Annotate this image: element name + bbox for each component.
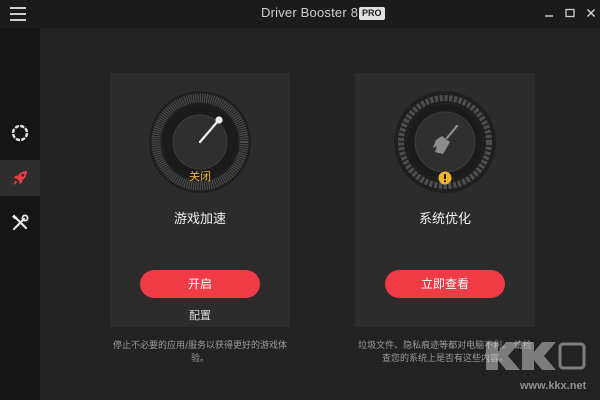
watermark-text: www.kkx.net (520, 380, 587, 392)
circle-dots-icon (11, 124, 29, 142)
game-boost-description-line1: 停止不必要的应用/服务以获得更好的游戏体 (112, 341, 288, 351)
system-optimize-card: 系统优化 立即查看 (355, 73, 535, 327)
view-now-button[interactable]: 立即查看 (385, 270, 505, 298)
sidebar-item-tools[interactable] (0, 205, 40, 241)
close-button[interactable] (580, 3, 600, 23)
minimize-button[interactable] (538, 3, 560, 23)
speed-gauge: 关闭 (149, 91, 251, 193)
game-boost-description: 停止不必要的应用/服务以获得更好的游戏体 验。 (90, 340, 310, 366)
minimize-icon (545, 15, 553, 17)
menu-icon[interactable] (10, 7, 26, 21)
gauge-status-text: 关闭 (189, 169, 211, 183)
config-link[interactable]: 配置 (110, 307, 290, 323)
optimize-gauge (394, 91, 496, 193)
sidebar (0, 28, 40, 400)
window-title: Driver Booster 8.4 (261, 5, 370, 20)
pro-badge: PRO (359, 7, 385, 20)
rocket-icon (13, 171, 27, 185)
sidebar-item-boost[interactable] (0, 160, 40, 196)
title-bar: Driver Booster 8.4 PRO (0, 0, 600, 28)
system-optimize-title: 系统优化 (418, 212, 471, 227)
sidebar-item-scan[interactable] (0, 115, 40, 151)
game-boost-card: 关闭 游戏加速 开启 配置 (110, 73, 290, 327)
game-boost-title: 游戏加速 (173, 212, 226, 227)
maximize-button[interactable] (559, 3, 581, 23)
maximize-icon (565, 8, 575, 18)
watermark-logo (486, 342, 586, 370)
tools-icon (12, 214, 29, 231)
enable-button[interactable]: 开启 (140, 270, 260, 298)
game-boost-description-line2: 验。 (190, 354, 209, 364)
close-icon (587, 9, 595, 17)
